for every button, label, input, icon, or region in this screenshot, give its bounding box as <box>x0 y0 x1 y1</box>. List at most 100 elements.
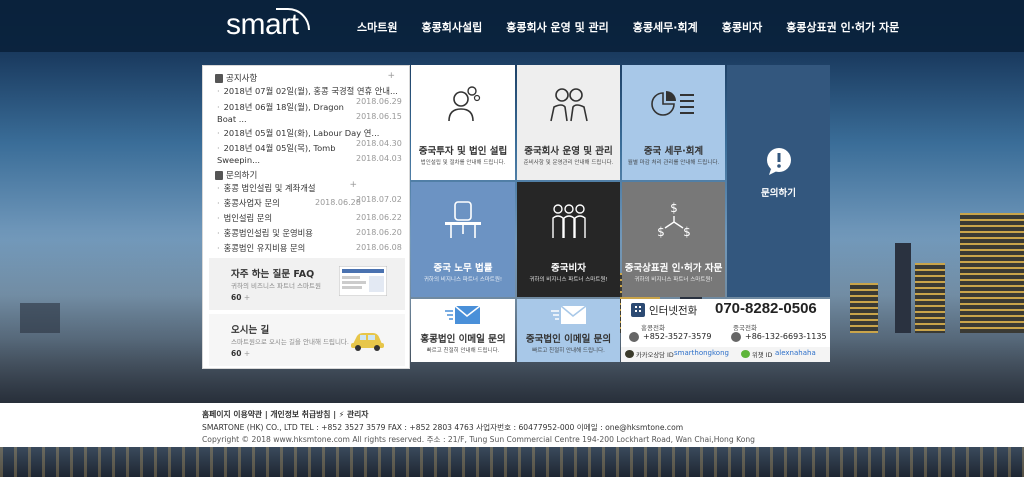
tile-subtitle: 빠르고 친절히 안내해 드립니다. <box>532 348 605 354</box>
dollar-network-icon: $ $ $ <box>657 201 691 239</box>
footer-links[interactable]: 홈페이지 이용약관 | 개인정보 취급방침 | ⚡ 관리자 <box>202 409 368 420</box>
faq-count: 60 <box>231 293 250 302</box>
notice-title-label: 공지사항 <box>226 74 258 84</box>
faq-box[interactable]: 자주 하는 질문 FAQ 귀하의 비즈니스 파트너 스마트원 60 <box>209 258 405 310</box>
inquiry-item[interactable]: 홍콩 법인설립 및 계좌개설 <box>217 182 316 194</box>
hk-phone-number[interactable]: +852-3527-3579 <box>643 332 711 341</box>
tile-subtitle: 귀하의 비지니스 파트너 스마트원! <box>634 277 713 283</box>
building <box>850 283 878 333</box>
tile-inquiry[interactable]: 문의하기 <box>727 65 830 297</box>
tile-title: 문의하기 <box>761 188 796 199</box>
pie-chart-icon <box>650 91 694 116</box>
group-people-icon <box>551 204 586 238</box>
tile-subtitle: 법인설립 및 절차를 안내해 드립니다. <box>420 160 506 166</box>
directions-subtitle: 스마트원으로 오시는 길을 안내해 드립니다. <box>231 338 349 346</box>
nav-item-hk-trademark[interactable]: 홍콩상표권 인·허가 자문 <box>786 19 899 35</box>
tile-china-labor-law[interactable]: 중국 노무 법률 귀하의 비지니스 파트너 스마트원! <box>411 182 515 297</box>
tile-title: 홍콩법인 이메일 문의 <box>420 334 506 345</box>
notice-title[interactable]: 공지사항 <box>215 72 257 84</box>
footer-company-info: SMARTONE (HK) CO., LTD TEL : +852 3527 3… <box>202 423 684 432</box>
inquiry-title[interactable]: 문의하기 <box>215 169 257 181</box>
faq-screenshot-icon <box>339 266 387 296</box>
footer-copyright: Copyright © 2018 www.hksmtone.com All ri… <box>202 435 755 444</box>
tile-title: 중국비자 <box>551 263 586 274</box>
two-people-icon <box>549 88 588 122</box>
envelope-icon <box>550 305 586 324</box>
svg-text:$: $ <box>657 225 665 239</box>
tile-title: 중국투자 및 법인 설립 <box>418 146 508 157</box>
faq-title: 자주 하는 질문 FAQ <box>231 269 315 280</box>
inquiry-item[interactable]: 홍콩법인설립 및 운영비용 <box>217 227 313 239</box>
taxi-icon <box>351 333 384 351</box>
nav-item-hk-company-operation[interactable]: 홍콩회사 운영 및 관리 <box>506 19 609 35</box>
inquiry-date: 2018.06.28 <box>315 198 361 207</box>
notice-date: 2018.06.15 <box>356 112 402 121</box>
cn-phone-number[interactable]: +86-132-6693-1135 <box>745 332 827 341</box>
notice-item[interactable]: 2018년 04월 05일(목), Tomb Sweepin... <box>217 142 357 166</box>
book-icon <box>215 170 223 180</box>
site-footer: 홈페이지 이용약관 | 개인정보 취급방침 | ⚡ 관리자 SMARTONE (… <box>0 403 1024 447</box>
tile-title: 중국법인 이메일 문의 <box>525 334 612 345</box>
tile-subtitle: 월별 마감 처리 관리를 안내해 드립니다. <box>627 160 720 166</box>
nav-item-hk-company-setup[interactable]: 홍콩회사설립 <box>421 19 482 35</box>
wechat-label: 위챗 ID <box>752 352 773 359</box>
cn-phone-label: 중국전화 <box>733 324 757 332</box>
nav-item-smartone[interactable]: 스마트원 <box>357 19 397 35</box>
office-chair-desk-icon <box>445 201 481 238</box>
hk-phone-label: 홍콩전화 <box>641 324 665 332</box>
tile-subtitle: 귀하의 비지니스 파트너 스마트원! <box>423 277 503 283</box>
inquiry-item[interactable]: 홍콩사업자 문의 <box>217 197 280 209</box>
notice-item[interactable]: 2018년 07월 02일(월), 홍콩 국경절 연휴 안내... <box>217 85 398 97</box>
wechat-icon <box>741 350 750 358</box>
tile-china-company-operation[interactable]: 중국회사 운영 및 관리 준비사항 및 운영관리 안내해 드립니다. <box>517 65 620 180</box>
tile-title: 중국상표권 인·허가 자문 <box>624 263 723 274</box>
notice-item[interactable]: 2018년 05월 01일(화), Labour Day 연... <box>217 127 380 139</box>
tile-hk-email-inquiry[interactable]: 홍콩법인 이메일 문의 빠르고 친절히 안내해 드립니다. <box>411 299 515 362</box>
tile-title: 중국 노무 법률 <box>433 263 493 274</box>
building <box>20 303 60 333</box>
notice-date: 2018.04.30 <box>356 139 402 148</box>
tile-china-trademark[interactable]: $ $ $ 중국상표권 인·허가 자문 귀하의 비지니스 파트너 스마트원! <box>622 182 725 297</box>
svg-text:$: $ <box>670 201 678 215</box>
phone-icon <box>629 332 639 342</box>
building <box>960 213 1024 333</box>
tile-subtitle: 준비사항 및 운영관리 안내해 드립니다. <box>523 160 614 166</box>
envelope-icon <box>445 305 481 324</box>
inquiry-item[interactable]: 법인설립 문의 <box>217 212 272 224</box>
kakao-label: 카카오상담 ID <box>636 352 674 359</box>
tile-subtitle: 귀하의 비지니스 파트너 스마트원! <box>529 277 608 283</box>
inquiry-date: 2018.06.22 <box>356 213 402 222</box>
notice-date: 2018.06.29 <box>356 97 402 106</box>
notice-more-icon[interactable]: + <box>387 71 395 81</box>
tile-title: 중국 세무·회계 <box>643 146 704 157</box>
inquiry-item[interactable]: 홍콩법인 유지비용 문의 <box>217 242 306 254</box>
tile-china-visa[interactable]: 중국비자 귀하의 비지니스 파트너 스마트원! <box>517 182 620 297</box>
site-header: smart 스마트원 홍콩회사설립 홍콩회사 운영 및 관리 홍콩세무·회계 홍… <box>0 0 1024 52</box>
inquiry-more-icon[interactable]: + <box>349 180 357 190</box>
tile-cn-email-inquiry[interactable]: 중국법인 이메일 문의 빠르고 친절히 안내해 드립니다. <box>517 299 620 362</box>
building <box>895 243 911 333</box>
background-harbour <box>0 447 1024 477</box>
speech-bubble-icon <box>766 148 791 175</box>
tile-china-tax-accounting[interactable]: 중국 세무·회계 월별 마감 처리 관리를 안내해 드립니다. <box>622 65 725 180</box>
faq-subtitle: 귀하의 비즈니스 파트너 스마트원 <box>231 282 321 290</box>
phone-building-icon <box>631 303 645 317</box>
internet-phone-label: 인터넷전화 <box>649 305 698 317</box>
inquiry-date: 2018.06.20 <box>356 228 402 237</box>
book-icon <box>215 73 223 83</box>
wechat-id[interactable]: alexnahaha <box>775 349 816 357</box>
main-nav: 스마트원 홍콩회사설립 홍콩회사 운영 및 관리 홍콩세무·회계 홍콩비자 홍콩… <box>357 19 899 35</box>
phone-icon <box>731 332 741 342</box>
tile-china-investment[interactable]: 중국투자 및 법인 설립 법인설립 및 절차를 안내해 드립니다. <box>411 65 515 180</box>
directions-count: 60 <box>231 349 250 358</box>
internet-phone-number[interactable]: 070-8282-0506 <box>715 300 817 317</box>
tile-subtitle: 빠르고 친절히 안내해 드립니다. <box>426 348 500 354</box>
directions-box[interactable]: 오시는 길 스마트원으로 오시는 길을 안내해 드립니다. 60 <box>209 314 405 366</box>
nav-item-hk-tax-accounting[interactable]: 홍콩세무·회계 <box>633 19 698 35</box>
building <box>915 263 945 333</box>
notice-date: 2018.04.03 <box>356 154 402 163</box>
kakao-id[interactable]: smarthongkong <box>674 349 729 357</box>
notice-item[interactable]: 2018년 06월 18일(월), Dragon Boat ... <box>217 101 357 125</box>
nav-item-hk-visa[interactable]: 홍콩비자 <box>722 19 762 35</box>
inquiry-date: 2018.07.02 <box>356 195 402 204</box>
